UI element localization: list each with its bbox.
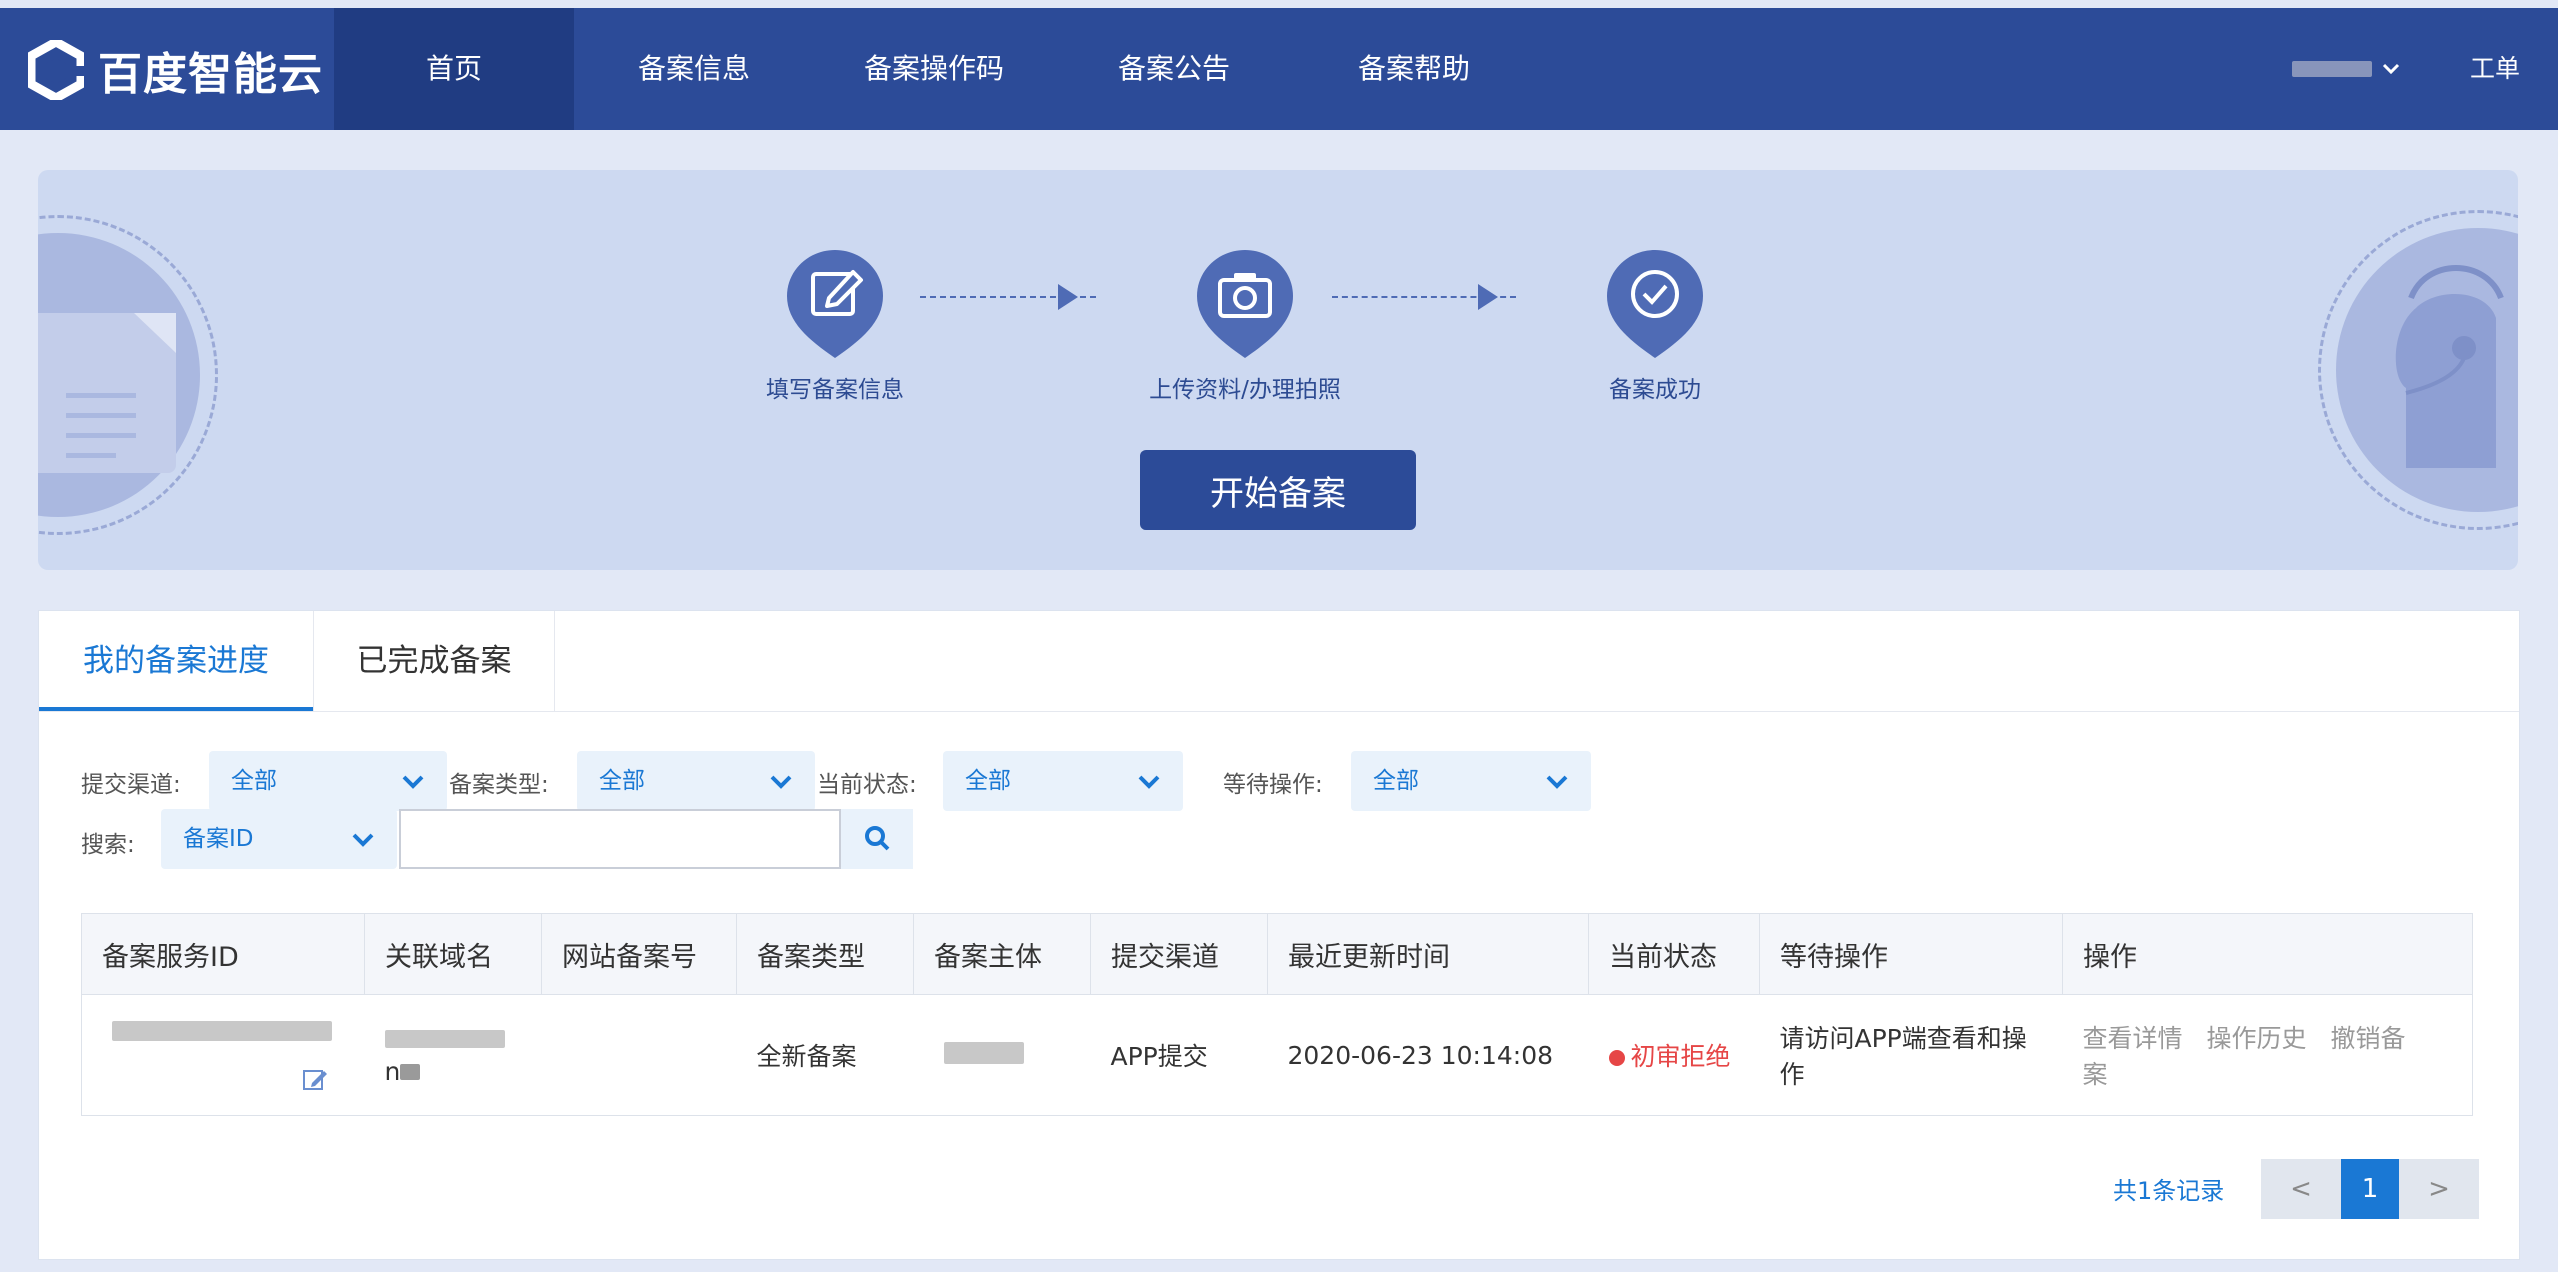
search-button[interactable] bbox=[841, 809, 913, 869]
search-icon bbox=[865, 825, 890, 850]
tab-bar: 我的备案进度 已完成备案 bbox=[39, 611, 2519, 712]
cell-service-id bbox=[81, 994, 365, 1116]
select-value: 备案ID bbox=[183, 826, 254, 852]
filter-pending-label: 等待操作: bbox=[1223, 772, 1323, 798]
start-record-button[interactable]: 开始备案 bbox=[1140, 450, 1416, 530]
document-icon bbox=[38, 313, 176, 473]
view-details-link[interactable]: 查看详情 bbox=[2083, 1024, 2183, 1053]
service-id-obscured bbox=[112, 1021, 332, 1041]
select-value: 全部 bbox=[231, 768, 277, 794]
select-value: 全部 bbox=[965, 768, 1011, 794]
step-arrow-icon bbox=[1058, 284, 1078, 310]
top-navbar: 百度智能云 首页 备案信息 备案操作码 备案公告 备案帮助 工单 bbox=[0, 8, 2558, 130]
step-label: 备案成功 bbox=[1609, 377, 1701, 403]
workorder-link[interactable]: 工单 bbox=[2470, 8, 2520, 130]
col-actions: 操作 bbox=[2062, 913, 2473, 995]
table-row: n 全新备案 APP提交 2020-06-23 10:14:08 初审拒绝 请访… bbox=[81, 994, 2473, 1116]
col-channel: 提交渠道 bbox=[1090, 913, 1268, 995]
search-field-select[interactable]: 备案ID bbox=[161, 809, 397, 869]
domain-tail-obscured bbox=[400, 1064, 421, 1080]
tab-completed[interactable]: 已完成备案 bbox=[313, 611, 555, 711]
pagination-next-button[interactable]: > bbox=[2399, 1159, 2479, 1219]
nav-home[interactable]: 首页 bbox=[334, 8, 574, 130]
nav-record-help[interactable]: 备案帮助 bbox=[1294, 8, 1534, 130]
col-record-type: 备案类型 bbox=[736, 913, 914, 995]
chevron-down-icon bbox=[352, 833, 374, 847]
domain-obscured bbox=[384, 1030, 505, 1048]
filter-type-select[interactable]: 全部 bbox=[577, 751, 815, 811]
baidu-cloud-logo-icon bbox=[28, 40, 84, 100]
table-header-row: 备案服务ID 关联域名 网站备案号 备案类型 备案主体 提交渠道 最近更新时间 … bbox=[81, 913, 2473, 995]
filter-status-select[interactable]: 全部 bbox=[943, 751, 1183, 811]
col-service-id: 备案服务ID bbox=[81, 913, 365, 995]
nav-record-info[interactable]: 备案信息 bbox=[574, 8, 814, 130]
filter-pending-select[interactable]: 全部 bbox=[1351, 751, 1591, 811]
col-subject: 备案主体 bbox=[913, 913, 1091, 995]
cell-domain: n bbox=[364, 994, 542, 1116]
headset-agent-icon bbox=[2395, 265, 2504, 468]
chevron-down-icon bbox=[770, 775, 792, 789]
filter-status-label: 当前状态: bbox=[817, 772, 917, 798]
col-status: 当前状态 bbox=[1588, 913, 1760, 995]
record-process-banner: 填写备案信息 上传资料/办理拍照 备案成功 开始备案 bbox=[38, 170, 2518, 570]
nav-record-announcement[interactable]: 备案公告 bbox=[1054, 8, 1294, 130]
step-success: 备案成功 bbox=[1525, 246, 1785, 404]
username-obscured bbox=[2292, 61, 2372, 77]
step-label: 填写备案信息 bbox=[766, 377, 904, 403]
chevron-down-icon bbox=[2382, 63, 2400, 75]
camera-icon bbox=[1197, 250, 1293, 358]
document-illustration bbox=[38, 215, 218, 535]
chevron-down-icon bbox=[1546, 775, 1568, 789]
pagination-page-1[interactable]: 1 bbox=[2341, 1159, 2399, 1219]
brand-logo[interactable]: 百度智能云 bbox=[28, 40, 323, 100]
cell-record-type: 全新备案 bbox=[736, 994, 914, 1116]
cell-pending-action: 请访问APP端查看和操作 bbox=[1759, 994, 2063, 1116]
record-progress-panel: 我的备案进度 已完成备案 提交渠道: 全部 备案类型: 全部 当前状态: 全部 … bbox=[38, 610, 2520, 1260]
col-pending-action: 等待操作 bbox=[1759, 913, 2063, 995]
customer-service-illustration bbox=[2318, 210, 2518, 530]
chevron-down-icon bbox=[1138, 775, 1160, 789]
filter-channel-label: 提交渠道: bbox=[81, 772, 181, 798]
chevron-down-icon bbox=[402, 775, 424, 789]
status-badge: 初审拒绝 bbox=[1630, 1042, 1731, 1071]
search-input[interactable] bbox=[399, 809, 841, 869]
cell-actions: 查看详情 操作历史 撤销备案 bbox=[2062, 994, 2473, 1116]
step-upload-photo: 上传资料/办理拍照 bbox=[1115, 246, 1375, 404]
cell-record-number bbox=[541, 994, 737, 1116]
cell-channel: APP提交 bbox=[1090, 994, 1268, 1116]
step-fill-info: 填写备案信息 bbox=[705, 246, 965, 404]
col-record-number: 网站备案号 bbox=[541, 913, 737, 995]
col-updated-time: 最近更新时间 bbox=[1267, 913, 1589, 995]
check-circle-icon bbox=[1607, 250, 1703, 358]
edit-remark-icon[interactable] bbox=[302, 1067, 328, 1093]
step-label: 上传资料/办理拍照 bbox=[1149, 377, 1341, 403]
brand-name: 百度智能云 bbox=[98, 49, 323, 100]
select-value: 全部 bbox=[599, 768, 645, 794]
col-domain: 关联域名 bbox=[364, 913, 542, 995]
cell-subject bbox=[913, 994, 1091, 1116]
tab-my-progress[interactable]: 我的备案进度 bbox=[39, 611, 313, 711]
cell-updated-time: 2020-06-23 10:14:08 bbox=[1267, 994, 1589, 1116]
select-value: 全部 bbox=[1373, 768, 1419, 794]
search-label: 搜索: bbox=[81, 832, 135, 858]
record-table: 备案服务ID 关联域名 网站备案号 备案类型 备案主体 提交渠道 最近更新时间 … bbox=[81, 913, 2473, 1116]
pagination-total: 共1条记录 bbox=[2113, 1177, 2225, 1205]
pagination-prev-button[interactable]: < bbox=[2261, 1159, 2341, 1219]
user-menu[interactable] bbox=[2292, 52, 2400, 86]
operation-history-link[interactable]: 操作历史 bbox=[2207, 1024, 2307, 1053]
edit-icon bbox=[787, 250, 883, 358]
domain-tail: n bbox=[384, 1057, 401, 1086]
filter-type-label: 备案类型: bbox=[449, 772, 549, 798]
nav-record-code[interactable]: 备案操作码 bbox=[814, 8, 1054, 130]
step-arrow-icon bbox=[1478, 284, 1498, 310]
filter-channel-select[interactable]: 全部 bbox=[209, 751, 447, 811]
cell-status: 初审拒绝 bbox=[1588, 994, 1760, 1116]
status-dot-icon bbox=[1608, 1050, 1625, 1066]
subject-obscured bbox=[943, 1041, 1024, 1064]
